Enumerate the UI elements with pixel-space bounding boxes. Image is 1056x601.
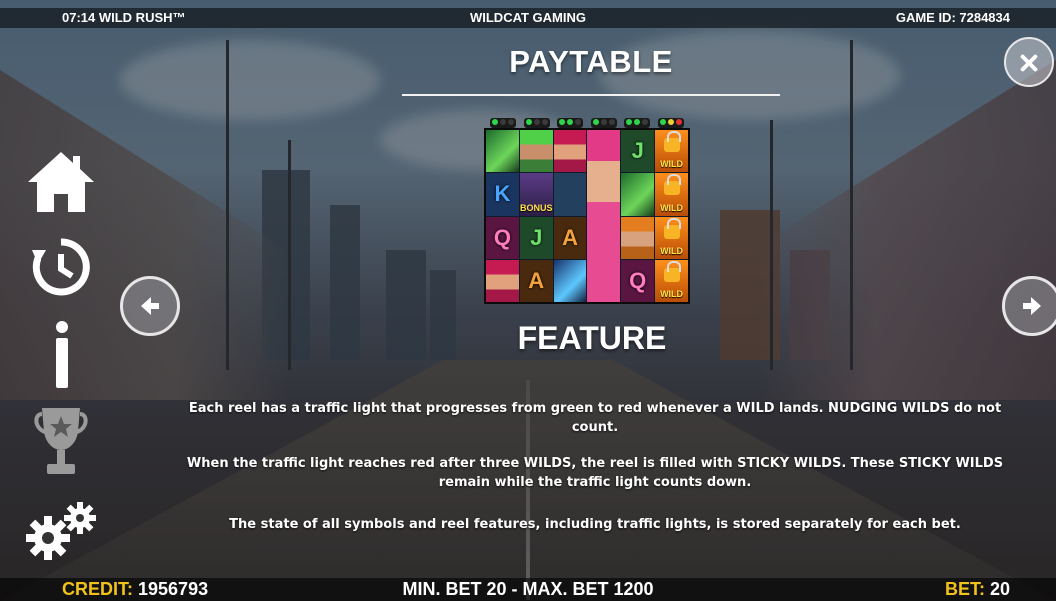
top-bar: 07:14 WILD RUSH™ WILDCAT GAMING GAME ID:… [0, 8, 1056, 28]
feature-paragraph: When the traffic light reaches red after… [186, 456, 1004, 490]
history-icon[interactable] [30, 236, 92, 302]
reel-grid: J WILD K BONUS WILD Q J A WILD A Q WILD [484, 128, 690, 304]
character-symbol [553, 130, 587, 173]
arrow-left-icon [141, 297, 159, 315]
bonus-label: BONUS [519, 202, 553, 213]
wild-label: WILD [660, 159, 684, 170]
letter-q-symbol: Q [486, 216, 519, 259]
wild-label: WILD [660, 245, 684, 256]
car-symbol [621, 173, 655, 216]
bet-display: BET: 20 [945, 579, 1010, 600]
wild-label: WILD [660, 289, 684, 299]
letter-j-symbol: J [621, 130, 655, 173]
arrow-right-icon [1023, 297, 1041, 315]
car-symbol [553, 259, 587, 302]
traffic-light [657, 118, 684, 128]
home-icon[interactable] [26, 150, 96, 218]
info-icon[interactable] [54, 320, 70, 394]
sticky-wild-symbol: WILD [655, 130, 688, 173]
sticky-wild-symbol: WILD [655, 216, 688, 259]
bottom-bar: CREDIT: 1956793 MIN. BET 20 - MAX. BET 1… [0, 578, 1056, 601]
traffic-light [557, 118, 584, 128]
traffic-light [490, 118, 516, 128]
bet-label: BET: [944, 579, 985, 599]
next-page-button[interactable] [1002, 276, 1056, 336]
letter-q-symbol: Q [621, 259, 655, 302]
game-screen: 07:14 WILD RUSH™ WILDCAT GAMING GAME ID:… [0, 0, 1056, 601]
letter-a-symbol: A [519, 259, 553, 302]
letter-j-symbol: J [519, 216, 553, 259]
feature-heading: FEATURE [517, 320, 667, 356]
character-symbol [621, 216, 655, 259]
bet-limits: MIN. BET 20 - MAX. BET 1200 [402, 579, 654, 599]
feature-paragraph: The state of all symbols and reel featur… [229, 517, 961, 532]
car-symbol [486, 130, 519, 173]
character-symbol [486, 259, 519, 302]
letter-k-symbol: K [486, 173, 519, 216]
close-button[interactable] [1004, 37, 1054, 87]
previous-page-button[interactable] [120, 276, 180, 336]
sticky-wild-symbol: WILD [655, 173, 688, 216]
page-title: PAYTABLE [509, 44, 673, 79]
feature-paragraph: Each reel has a traffic light that progr… [188, 401, 1002, 435]
traffic-lights-row [484, 118, 690, 128]
bonus-symbol: BONUS [519, 173, 553, 216]
title-divider [402, 94, 780, 96]
sticky-wild-symbol: WILD [655, 259, 688, 302]
wild-label: WILD [660, 202, 684, 213]
bet-value: 20 [989, 579, 1010, 599]
settings-icon[interactable] [24, 500, 100, 566]
trophy-icon[interactable] [34, 406, 88, 482]
traffic-light [590, 118, 617, 128]
reel-preview-image: J WILD K BONUS WILD Q J A WILD A Q WILD [484, 118, 690, 304]
letter-a-symbol: A [553, 216, 587, 259]
game-id: GAME ID: 7284834 [895, 10, 1010, 25]
character-symbol [519, 130, 553, 173]
character-symbol-tall [587, 130, 621, 302]
blank-symbol [553, 173, 587, 216]
traffic-light [523, 118, 550, 128]
traffic-light [624, 118, 651, 128]
